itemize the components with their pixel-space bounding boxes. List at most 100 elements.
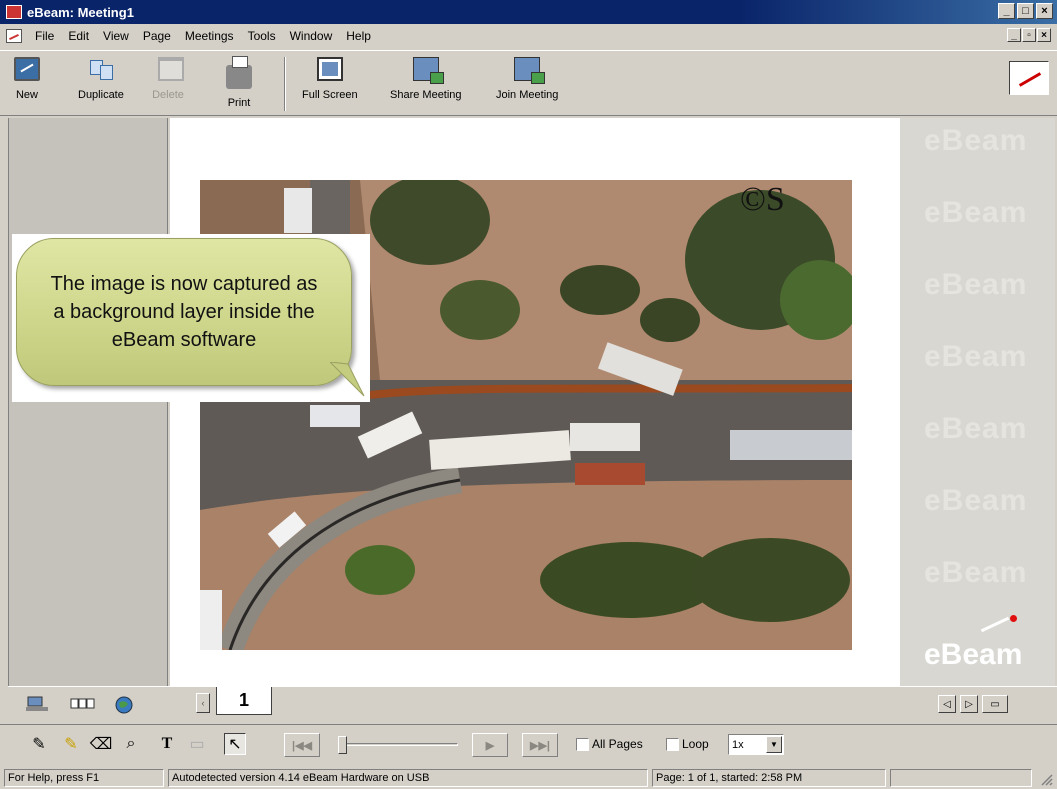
full-screen-icon bbox=[316, 57, 343, 81]
menu-page[interactable]: Page bbox=[136, 29, 178, 43]
playback-speed-select[interactable]: 1x ▼ bbox=[728, 734, 784, 755]
meeting-participants-icon[interactable] bbox=[26, 695, 48, 713]
slider-track bbox=[338, 743, 458, 746]
menu-bar: File Edit View Page Meetings Tools Windo… bbox=[0, 25, 1057, 47]
slider-thumb[interactable] bbox=[338, 736, 347, 754]
duplicate-button[interactable]: Duplicate bbox=[78, 57, 124, 113]
minimize-button[interactable]: _ bbox=[998, 3, 1015, 19]
logo-stroke bbox=[980, 616, 1010, 633]
ebeam-logo: eBeam bbox=[924, 638, 1023, 671]
page-thumbnail-panel[interactable] bbox=[8, 118, 168, 686]
status-bar: For Help, press F1 Autodetected version … bbox=[0, 766, 1057, 789]
status-help: For Help, press F1 bbox=[4, 769, 164, 787]
new-button[interactable]: New bbox=[14, 57, 40, 113]
trash-icon bbox=[158, 57, 184, 81]
all-pages-label: All Pages bbox=[592, 737, 643, 751]
toolbar-separator bbox=[284, 57, 286, 111]
stamp-icon[interactable]: ▭ bbox=[186, 733, 208, 755]
all-pages-checkbox[interactable]: All Pages bbox=[576, 737, 643, 751]
print-button[interactable]: Print bbox=[226, 56, 252, 113]
join-meeting-button[interactable]: Join Meeting bbox=[496, 57, 558, 113]
chevron-down-icon[interactable]: ▼ bbox=[766, 736, 782, 753]
status-extra bbox=[890, 769, 1032, 787]
menu-file[interactable]: File bbox=[28, 29, 61, 43]
resize-grip-icon[interactable] bbox=[1039, 772, 1053, 786]
share-meeting-icon bbox=[412, 57, 444, 84]
full-screen-label: Full Screen bbox=[302, 89, 358, 101]
new-label: New bbox=[15, 89, 38, 101]
loop-checkbox-box[interactable] bbox=[666, 737, 679, 751]
globe-icon[interactable] bbox=[114, 695, 136, 714]
playback-slider[interactable] bbox=[332, 736, 462, 754]
duplicate-icon bbox=[87, 57, 114, 81]
doc-restore-button[interactable]: ▫ bbox=[1022, 28, 1036, 42]
delete-button[interactable]: Delete bbox=[152, 57, 184, 113]
rewind-button[interactable]: |◀◀ bbox=[284, 733, 320, 757]
all-pages-checkbox-box[interactable] bbox=[576, 737, 589, 751]
menu-meetings[interactable]: Meetings bbox=[178, 29, 241, 43]
share-meeting-button[interactable]: Share Meeting bbox=[390, 57, 462, 113]
highlighter-icon[interactable]: ✎ bbox=[60, 733, 82, 755]
full-screen-button[interactable]: Full Screen bbox=[302, 57, 358, 113]
branding-panel: eBeam eBeam eBeam eBeam eBeam eBeam eBea… bbox=[900, 118, 1055, 686]
callout-tail bbox=[330, 362, 365, 397]
menu-edit[interactable]: Edit bbox=[61, 29, 96, 43]
loop-label: Loop bbox=[682, 737, 709, 751]
document-icon[interactable] bbox=[6, 29, 22, 43]
thumbnail-view-icon[interactable] bbox=[70, 695, 95, 713]
eraser-icon[interactable]: ⌫ bbox=[90, 733, 113, 755]
join-meeting-label: Join Meeting bbox=[496, 89, 559, 101]
play-button[interactable]: ▶ bbox=[472, 733, 508, 757]
speech-bubble: The image is now captured as a backgroun… bbox=[16, 238, 352, 386]
doc-close-button[interactable]: × bbox=[1037, 28, 1051, 42]
app-icon bbox=[6, 5, 22, 19]
ebeam-watermark: eBeam bbox=[924, 412, 1028, 445]
share-meeting-label: Share Meeting bbox=[390, 89, 462, 101]
pointer-icon[interactable]: ↖ bbox=[224, 733, 246, 755]
pen-color-button[interactable] bbox=[1009, 61, 1049, 95]
title-bar: eBeam: Meeting1 _ □ × bbox=[0, 0, 1057, 24]
pen-icon[interactable]: ✎ bbox=[28, 733, 50, 755]
page-sorter-button[interactable]: ▭ bbox=[982, 695, 1008, 713]
close-button[interactable]: × bbox=[1036, 3, 1053, 19]
page-tab[interactable]: 1 bbox=[216, 687, 272, 715]
next-page-button[interactable]: ▷ bbox=[960, 695, 978, 713]
maximize-button[interactable]: □ bbox=[1017, 3, 1034, 19]
status-page: Page: 1 of 1, started: 2:58 PM bbox=[652, 769, 886, 787]
new-page-icon bbox=[14, 57, 40, 81]
print-label: Print bbox=[227, 97, 251, 109]
delete-label: Delete bbox=[152, 89, 184, 101]
printer-icon bbox=[226, 56, 252, 89]
join-meeting-icon bbox=[514, 57, 546, 84]
callout-text: The image is now captured as a backgroun… bbox=[50, 273, 318, 351]
text-tool-icon[interactable]: T bbox=[156, 733, 178, 755]
callout-box: The image is now captured as a backgroun… bbox=[12, 234, 370, 402]
page-bar: ‹ 1 ◁ ▷ ▭ bbox=[8, 686, 1057, 722]
document-window-controls: _ ▫ × bbox=[1007, 28, 1051, 42]
window-controls: _ □ × bbox=[998, 3, 1053, 19]
copyright-watermark: ©S bbox=[740, 181, 785, 218]
main-toolbar: New Duplicate Delete Print Full Screen S… bbox=[0, 50, 1057, 116]
status-hardware: Autodetected version 4.14 eBeam Hardware… bbox=[168, 769, 648, 787]
loop-checkbox[interactable]: Loop bbox=[666, 737, 709, 751]
duplicate-label: Duplicate bbox=[78, 89, 124, 101]
ebeam-watermark: eBeam bbox=[924, 556, 1028, 589]
logo-dot bbox=[1010, 615, 1017, 622]
ebeam-watermark: eBeam bbox=[924, 196, 1028, 229]
tools-playback-bar: ✎ ✎ ⌫ ⌕ T ▭ ↖ |◀◀ ▶ ▶▶| All Pages Loop 1… bbox=[0, 724, 1057, 764]
menu-view[interactable]: View bbox=[96, 29, 136, 43]
playback-speed-value: 1x bbox=[732, 738, 744, 751]
ebeam-watermark: eBeam bbox=[924, 484, 1028, 517]
zoom-icon[interactable]: ⌕ bbox=[120, 733, 142, 755]
menu-help[interactable]: Help bbox=[339, 29, 378, 43]
end-button[interactable]: ▶▶| bbox=[522, 733, 558, 757]
menu-window[interactable]: Window bbox=[283, 29, 340, 43]
menu-tools[interactable]: Tools bbox=[241, 29, 283, 43]
doc-minimize-button[interactable]: _ bbox=[1007, 28, 1021, 42]
ebeam-watermark: eBeam bbox=[924, 268, 1028, 301]
ebeam-watermark: eBeam bbox=[924, 340, 1028, 373]
previous-page-button[interactable]: ◁ bbox=[938, 695, 956, 713]
ebeam-watermark: eBeam bbox=[924, 124, 1028, 157]
page-scroll-left-button[interactable]: ‹ bbox=[196, 693, 210, 713]
window-title: eBeam: Meeting1 bbox=[27, 4, 134, 20]
